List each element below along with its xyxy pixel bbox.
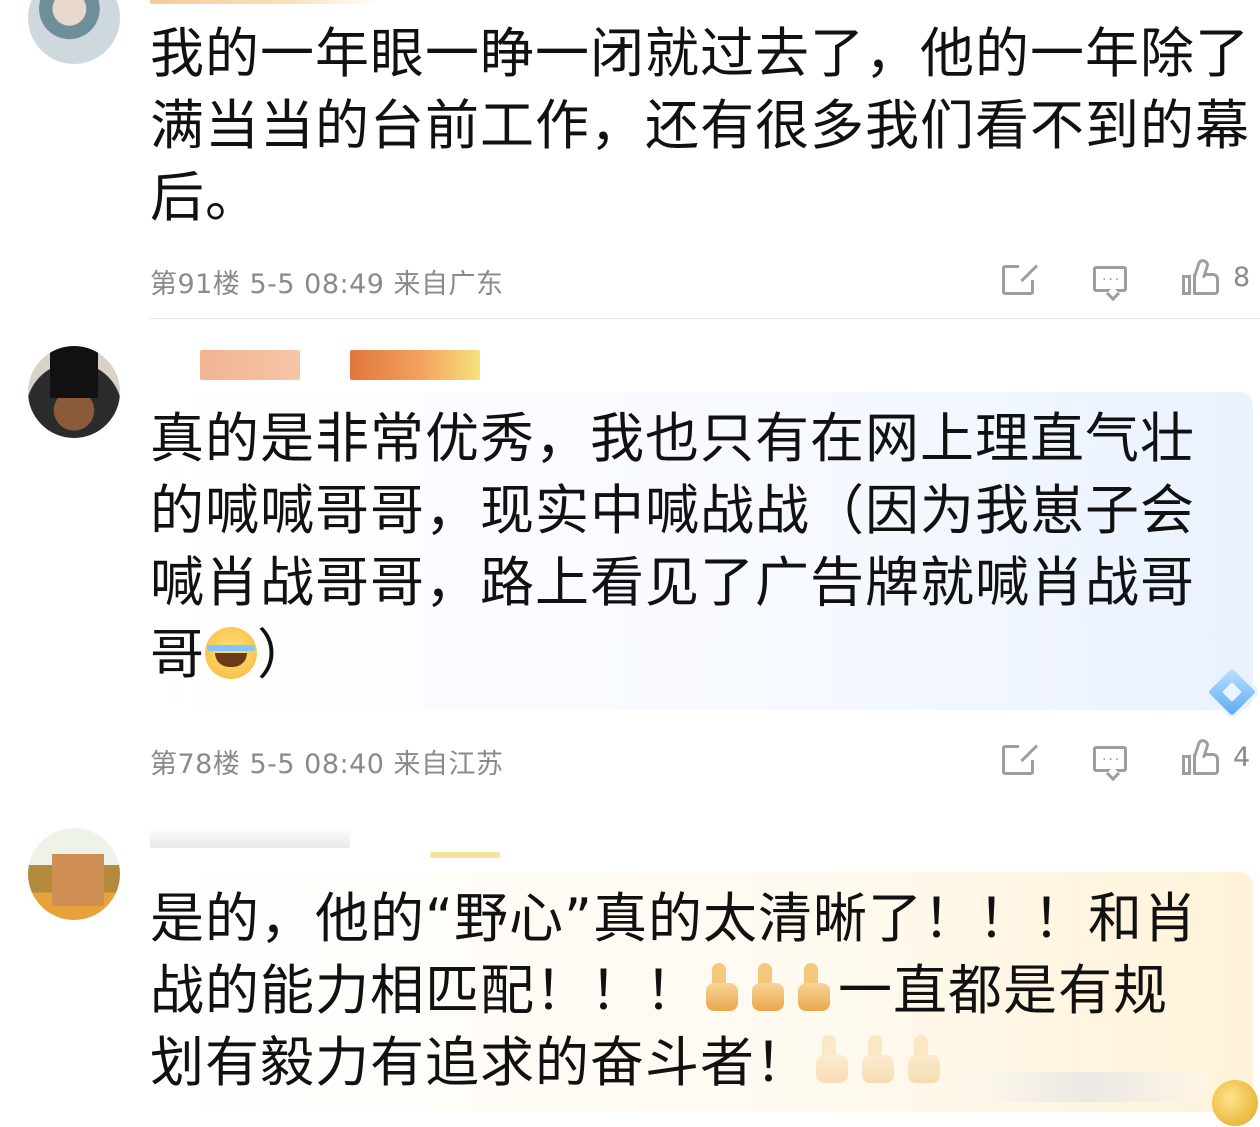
- gold-badge-icon: [1212, 1080, 1258, 1126]
- username-blurred[interactable]: [150, 828, 350, 848]
- avatar[interactable]: [28, 0, 120, 64]
- like-count: 4: [1233, 742, 1251, 773]
- comment-location: 来自江苏: [393, 749, 504, 780]
- thumbs-up-emoji: [902, 1033, 948, 1087]
- share-icon[interactable]: [1002, 264, 1039, 295]
- thumbs-up-emoji: [810, 1033, 856, 1087]
- thumbs-up-emoji: [700, 961, 746, 1015]
- comment-location: 来自广东: [393, 269, 504, 300]
- badge-blurred: [430, 852, 500, 858]
- avatar[interactable]: [28, 828, 120, 920]
- comment-time: 5-5 08:40: [249, 749, 385, 780]
- comment-content: 真的是非常优秀，我也只有在网上理直气壮的喊喊哥哥，现实中喊战战（因为我崽子会喊肖…: [150, 403, 1200, 691]
- like-count: 8: [1233, 262, 1251, 293]
- thumbs-up-emoji: [856, 1033, 902, 1087]
- avatar[interactable]: [28, 346, 120, 438]
- comment-meta: 第78楼 5-5 08:40 来自江苏: [150, 742, 504, 781]
- comment-text: ）: [257, 623, 312, 686]
- divider: [150, 318, 1260, 319]
- blurred-overlay: [968, 1072, 1208, 1102]
- comment-content: 是的，他的“野心”真的太清晰了！！！和肖战的能力相匹配！！！ 一直都是有规划有毅力…: [150, 883, 1210, 1099]
- share-icon[interactable]: [1002, 744, 1039, 775]
- floor-number: 第78楼: [150, 749, 241, 780]
- thumbs-up-icon[interactable]: [1182, 737, 1220, 775]
- comment-time: 5-5 08:49: [249, 269, 385, 300]
- comment-content: 我的一年眼一睁一闭就过去了，他的一年除了满当当的台前工作，还有很多我们看不到的幕…: [150, 22, 1250, 229]
- thumbs-up-emoji: [792, 961, 838, 1015]
- comment-icon[interactable]: ···: [1093, 746, 1127, 782]
- comment-meta: 第91楼 5-5 08:49 来自广东: [150, 262, 504, 301]
- username-blurred[interactable]: [150, 0, 380, 4]
- laughing-tears-emoji: [205, 627, 257, 679]
- thumbs-up-emoji: [746, 961, 792, 1015]
- username-blurred[interactable]: [200, 350, 300, 380]
- badge-blurred: [350, 350, 480, 380]
- floor-number: 第91楼: [150, 269, 241, 300]
- comment-icon[interactable]: ···: [1093, 266, 1127, 302]
- thumbs-up-icon[interactable]: [1182, 257, 1220, 295]
